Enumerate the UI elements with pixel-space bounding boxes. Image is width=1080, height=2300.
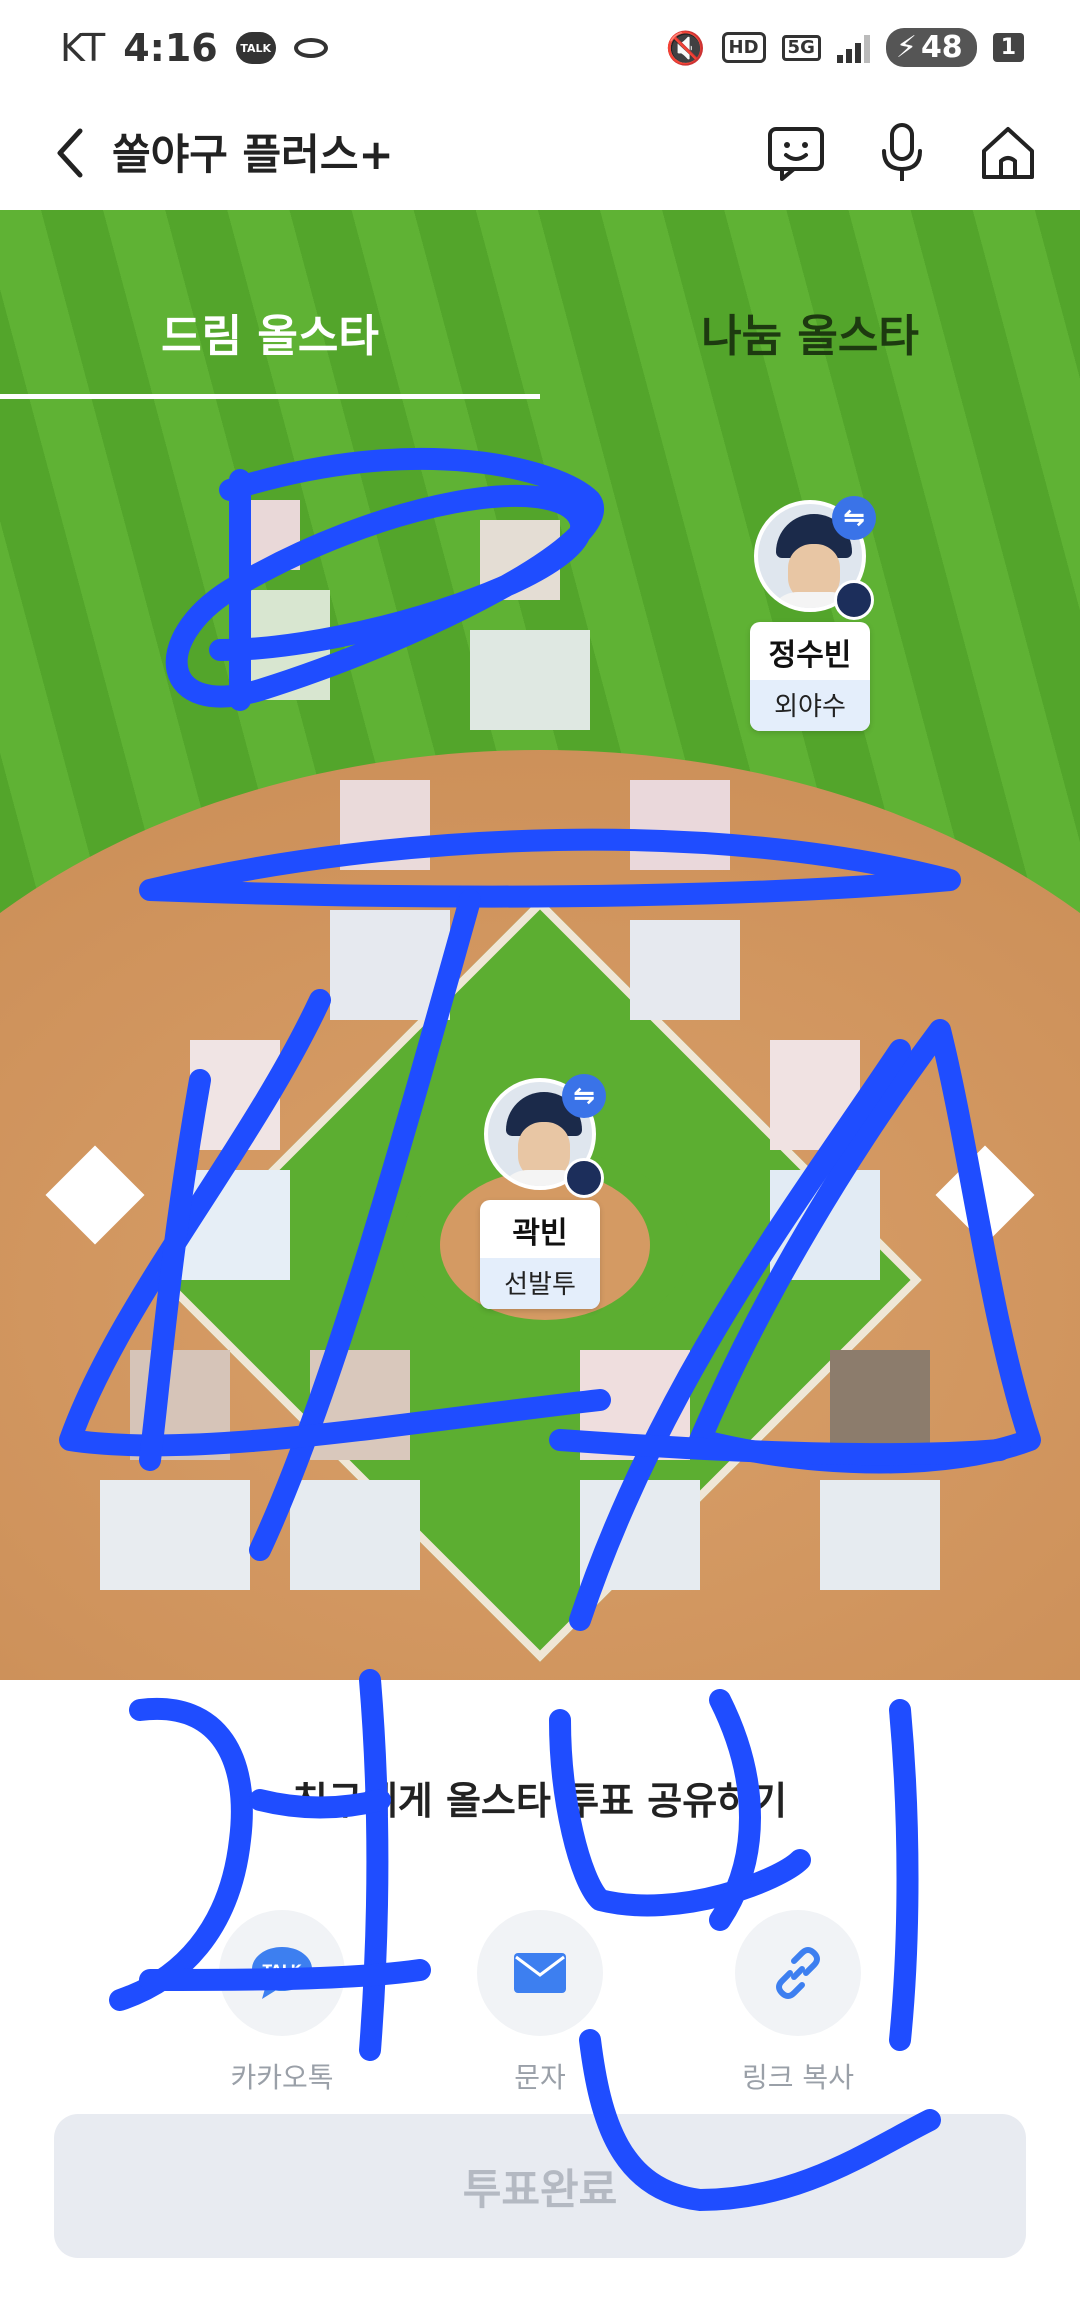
hd-voice-icon: HD [721,32,766,63]
allstar-tabs: 드림 올스타 나눔 올스타 [0,210,1080,400]
mic-icon [882,123,922,181]
player-slot-censored[interactable] [570,1350,710,1610]
share-option-label: 링크 복사 [742,2061,854,2094]
home-icon [982,127,1034,179]
share-title: 친구에게 올스타 투표 공유하기 [292,1779,788,1823]
player-position: 외야수 [750,680,870,731]
player-slot-censored[interactable] [290,1350,430,1610]
team-logo-icon [834,580,874,620]
share-link-copy-button[interactable]: 링크 복사 [735,1910,861,2096]
carrier-label: KT [60,26,106,70]
player-slot-censored[interactable] [770,1040,910,1300]
vote-complete-button[interactable]: 투표완료 [54,2114,1026,2258]
player-name-card: 정수빈 외야수 [750,622,870,731]
team-logo-icon [564,1158,604,1198]
swap-icon[interactable]: ⇋ [562,1074,606,1118]
player-slot-censored[interactable] [630,780,770,1040]
signal-icon [836,33,870,63]
mute-icon: 🔇 [665,28,706,67]
kakaotalk-notification-icon: TALK [235,32,276,64]
player-slot-censored[interactable] [210,480,350,740]
share-section: 친구에게 올스타 투표 공유하기 TALK 카카오톡 문자 링크 복사 투표완료 [0,1680,1080,2300]
player-card[interactable]: ⇋ 곽빈 선발투 [470,1074,610,1309]
player-name: 곽빈 [512,1216,568,1251]
back-button[interactable] [40,118,100,188]
status-bar: KT 4:16 TALK 🔇 HD 5G ⚡ 48 1 [0,0,1080,100]
share-option-label: 문자 [514,2061,566,2094]
active-tab-indicator [0,394,540,399]
player-name: 정수빈 [768,638,852,673]
chatbot-button[interactable] [764,118,828,188]
player-slot-censored[interactable] [320,780,460,1040]
voice-search-button[interactable] [870,118,934,188]
network-type-icon: 5G [781,34,821,61]
share-message-button[interactable]: 문자 [477,1910,603,2096]
baseball-field: 드림 올스타 나눔 올스타 ⇋ 정수빈 외야수 ⇋ 곽빈 선발투 [0,210,1080,1680]
player-name-card: 곽빈 선발투 [480,1200,600,1309]
link-icon [735,1910,861,2036]
page-title: 쏠야구 플러스+ [112,130,394,179]
kakaotalk-icon: TALK [219,1910,345,2036]
chat-face-icon [768,127,824,181]
battery-indicator: ⚡ 48 [885,28,977,67]
message-icon [477,1910,603,2036]
sim-indicator: 1 [992,33,1024,62]
player-slot-censored[interactable] [100,1350,250,1610]
status-right: 🔇 HD 5G ⚡ 48 1 [666,28,1024,67]
player-slot-censored[interactable] [810,1350,950,1610]
chevron-left-icon [57,128,83,178]
clock: 4:16 [123,26,218,70]
battery-level: 48 [920,30,963,65]
app-bar-actions [764,118,1040,188]
player-position: 선발투 [480,1258,600,1309]
tab-nanum-allstar[interactable]: 나눔 올스타 [540,300,1080,364]
home-button[interactable] [976,118,1040,188]
player-slot-censored[interactable] [470,510,610,770]
swap-icon[interactable]: ⇋ [832,496,876,540]
tab-dream-allstar[interactable]: 드림 올스타 [0,300,540,364]
talk-icon-text: TALK [262,1963,302,1979]
app-bar: 쏠야구 플러스+ [0,100,1080,210]
share-kakaotalk-button[interactable]: TALK 카카오톡 [219,1910,345,2096]
share-options: TALK 카카오톡 문자 링크 복사 [0,1910,1080,2096]
hyundai-notification-icon [293,38,328,58]
player-card[interactable]: ⇋ 정수빈 외야수 [740,496,880,731]
share-option-label: 카카오톡 [230,2061,334,2094]
status-left: KT 4:16 TALK [60,26,328,70]
player-slot-censored[interactable] [150,1040,290,1300]
